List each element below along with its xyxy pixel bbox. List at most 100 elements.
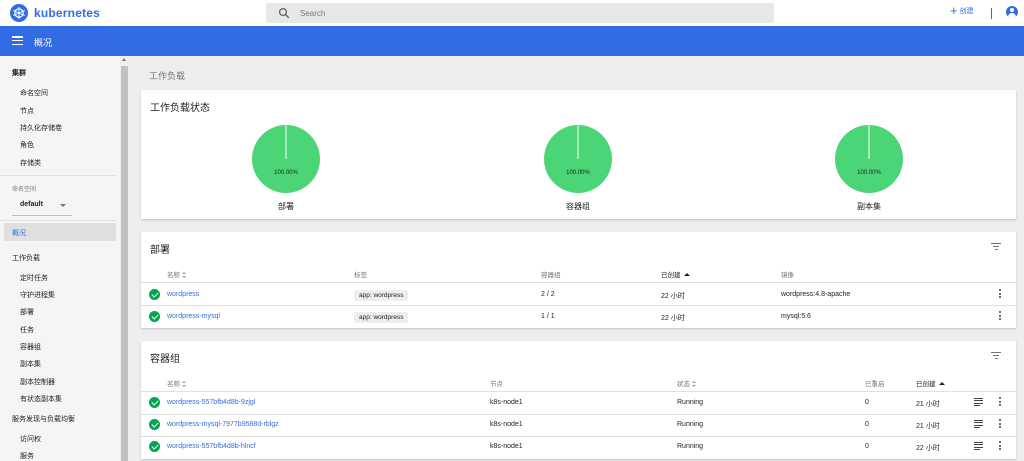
create-button[interactable]: + 创建 [950,4,974,17]
created-age: 21 小时 [916,423,940,430]
filter-icon[interactable] [991,352,1001,360]
sidebar-item-cronjobs[interactable]: 定时任务 [20,273,136,283]
row-divider [141,391,1016,392]
sort-ascending-icon [683,272,690,278]
pod-restarts: 0 [865,421,869,428]
pie-name-deployments: 部署 [278,202,294,211]
sort-icon [692,380,698,388]
pie-percent-label: 100.00% [566,170,590,176]
pie-svg [252,125,320,193]
page-title: 概况 [34,38,53,48]
workload-status-card: 工作负载状态 100.00% 部署 100.00% 容器组 100.00% 副本… [141,90,1016,219]
column-header-status[interactable]: 状态 [677,378,698,388]
pod-name-link[interactable]: wordpress-557bfb4d8b-9zjgl [167,399,255,406]
menu-icon[interactable] [12,36,23,46]
brand-name[interactable]: kubernetes [34,6,100,20]
scroll-up-arrow-icon[interactable] [122,58,126,61]
card-title: 容器组 [150,354,180,365]
sidebar-item-replicasets[interactable]: 副本集 [20,359,136,369]
sidebar-item-namespaces[interactable]: 命名空间 [20,88,136,98]
sidebar-heading-discovery[interactable]: 服务发现与负载均衡 [12,414,128,424]
more-actions-icon[interactable] [998,397,1002,408]
pie-svg [544,125,612,193]
pod-status: Running [677,421,704,428]
deployment-name-link[interactable]: wordpress [167,291,199,298]
sidebar-item-ingresses[interactable]: 访问权 [20,434,136,444]
column-header-labels: 标签 [354,272,367,279]
image-name: wordpress:4.8-apache [781,291,851,298]
pods-count: 2 / 2 [541,291,555,298]
success-check-icon [149,397,160,408]
logs-icon[interactable] [974,442,983,451]
column-header-created[interactable]: 已创建 [661,269,690,279]
sort-icon [182,380,188,388]
more-actions-icon[interactable] [998,419,1002,430]
namespace-select[interactable]: default [20,201,72,213]
account-icon[interactable] [1006,6,1018,18]
create-label: 创建 [959,8,974,15]
pie-name-pods: 容器组 [566,202,590,211]
search-icon [278,7,290,19]
sidebar-item-deployments[interactable]: 部署 [20,307,136,317]
namespace-label: 命名空间 [12,187,37,193]
pods-count: 1 / 1 [541,313,555,320]
column-header-label: 状态 [677,381,690,388]
pie-svg [835,125,903,193]
pie-name-replicasets: 副本集 [857,202,881,211]
sidebar-item-services[interactable]: 服务 [20,451,136,461]
column-header-label: 名称 [167,272,180,279]
created-age: 22 小时 [661,315,685,322]
column-header-label: 已创建 [661,272,681,279]
sidebar-item-storage-classes[interactable]: 存储类 [20,158,136,168]
sidebar-heading-cluster[interactable]: 集群 [12,68,128,78]
success-check-icon [149,419,160,430]
pie-percent-label: 100.00% [857,170,881,176]
column-header-image: 镜像 [781,272,794,279]
search-bar[interactable] [266,3,774,23]
sidebar-scrollbar-thumb[interactable] [121,66,128,461]
column-header-created[interactable]: 已创建 [916,378,945,388]
success-check-icon [149,311,160,322]
pie-chart-pods [544,125,612,193]
logs-icon[interactable] [974,420,983,429]
more-actions-icon[interactable] [998,311,1002,322]
namespace-select-underline [12,215,72,216]
filter-icon[interactable] [991,243,1001,251]
more-actions-icon[interactable] [998,441,1002,452]
sidebar-item-nodes[interactable]: 节点 [20,106,136,116]
sidebar-item-replication-controllers[interactable]: 副本控制器 [20,377,136,387]
label-chip: app: wordpress [354,312,409,323]
deployment-name-link[interactable]: wordpress-mysql [167,313,220,320]
sidebar-item-roles[interactable]: 角色 [20,140,136,150]
pod-status: Running [677,399,704,406]
column-header-name[interactable]: 名称 [167,378,188,388]
sidebar-item-pods[interactable]: 容器组 [20,342,136,352]
sidebar-divider [0,175,116,176]
kubernetes-logo-icon[interactable] [10,4,28,22]
sidebar-item-daemonsets[interactable]: 守护进程集 [20,290,136,300]
pod-status: Running [677,443,704,450]
pod-node: k8s-node1 [490,443,523,450]
page-header: 概况 [0,26,1024,56]
sidebar-heading-workloads[interactable]: 工作负载 [12,253,128,263]
search-input[interactable] [300,5,760,21]
card-title: 工作负载状态 [150,103,210,114]
pod-restarts: 0 [865,399,869,406]
sort-ascending-icon [938,381,945,387]
sidebar-item-overview[interactable]: 概况 [12,228,26,238]
sidebar-item-statefulsets[interactable]: 有状态副本集 [20,394,136,404]
label-chip: app: wordpress [354,290,409,301]
sidebar-item-jobs[interactable]: 任务 [20,325,136,335]
success-check-icon [149,441,160,452]
pod-name-link[interactable]: wordpress-mysql-7977b9588d-rblgz [167,421,279,428]
column-header-name[interactable]: 名称 [167,269,188,279]
row-divider [141,436,1016,437]
more-actions-icon[interactable] [998,289,1002,300]
image-name: mysql:5.6 [781,313,811,320]
sidebar-item-persistent-volumes[interactable]: 持久化存储卷 [20,123,136,133]
logs-icon[interactable] [974,398,983,407]
top-bar: kubernetes + 创建 [0,0,1024,26]
pod-restarts: 0 [865,443,869,450]
row-divider [141,414,1016,415]
pod-name-link[interactable]: wordpress-557bfb4d8b-hlncf [167,443,256,450]
